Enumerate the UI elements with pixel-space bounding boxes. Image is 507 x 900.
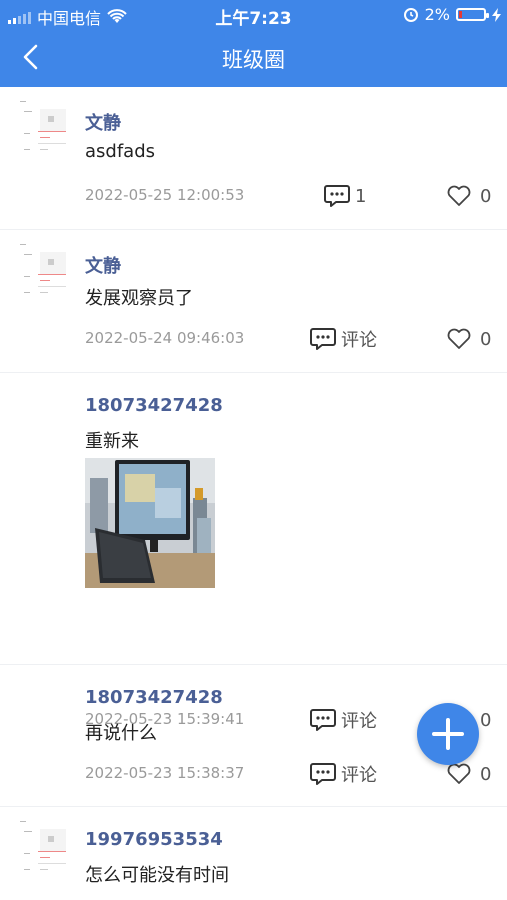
comment-button[interactable]: 评论 xyxy=(309,326,377,352)
post-author[interactable]: 19976953534 xyxy=(85,829,223,850)
like-count: 0 xyxy=(480,328,492,350)
alarm-icon xyxy=(403,7,418,22)
charging-icon xyxy=(492,7,501,22)
feed-post: 文静 asdfads 2022-05-25 12:00:53 1 0 xyxy=(0,87,507,230)
feed-post: 19976953534 怎么可能没有时间 xyxy=(0,807,507,900)
post-content: 怎么可能没有时间 xyxy=(85,865,229,886)
like-count: 0 xyxy=(480,763,492,785)
post-time: 2022-05-23 15:38:37 xyxy=(85,764,245,782)
post-content: 重新来 xyxy=(85,431,139,452)
avatar[interactable] xyxy=(18,819,74,881)
top-bar: 中国电信 上午7:23 2% 班级圈 xyxy=(0,0,507,87)
like-button[interactable]: 0 xyxy=(446,184,491,208)
post-author[interactable]: 18073427428 xyxy=(85,395,223,416)
post-content: 发展观察员了 xyxy=(85,288,193,309)
post-photo[interactable] xyxy=(85,458,215,588)
comment-button[interactable]: 1 xyxy=(323,183,366,209)
heart-icon xyxy=(447,328,471,349)
post-time: 2022-05-25 12:00:53 xyxy=(85,186,245,204)
like-button[interactable]: 0 xyxy=(446,327,491,351)
post-content: asdfads xyxy=(85,141,156,162)
post-content: 再说什么 xyxy=(85,723,157,744)
like-button[interactable]: 0 xyxy=(446,762,491,786)
post-time: 2022-05-24 09:46:03 xyxy=(85,329,245,347)
post-author[interactable]: 文静 xyxy=(85,252,121,278)
like-count: 0 xyxy=(480,185,492,207)
heart-icon xyxy=(447,185,471,206)
feed-post: 18073427428 重新来 2022-05-23 15:39:41 评论 0 xyxy=(0,373,507,732)
avatar[interactable] xyxy=(18,242,74,304)
status-bar: 中国电信 上午7:23 2% xyxy=(0,0,507,30)
plus-icon xyxy=(432,718,464,750)
feed-post: 文静 发展观察员了 2022-05-24 09:46:03 评论 0 xyxy=(0,230,507,373)
comment-label: 评论 xyxy=(341,765,377,786)
comment-label: 评论 xyxy=(341,330,377,351)
battery-percent: 2% xyxy=(424,5,450,24)
heart-icon xyxy=(447,763,471,784)
comment-icon xyxy=(324,185,350,207)
comment-label: 1 xyxy=(355,185,367,207)
post-author[interactable]: 18073427428 xyxy=(85,687,223,708)
comment-icon xyxy=(310,328,336,350)
add-post-button[interactable] xyxy=(417,703,479,765)
nav-bar: 班级圈 xyxy=(0,30,507,87)
battery-icon xyxy=(456,8,489,21)
comment-icon xyxy=(310,763,336,785)
avatar[interactable] xyxy=(18,99,74,161)
post-author[interactable]: 文静 xyxy=(85,109,121,135)
page-title: 班级圈 xyxy=(222,48,285,72)
comment-button[interactable]: 评论 xyxy=(309,761,377,787)
